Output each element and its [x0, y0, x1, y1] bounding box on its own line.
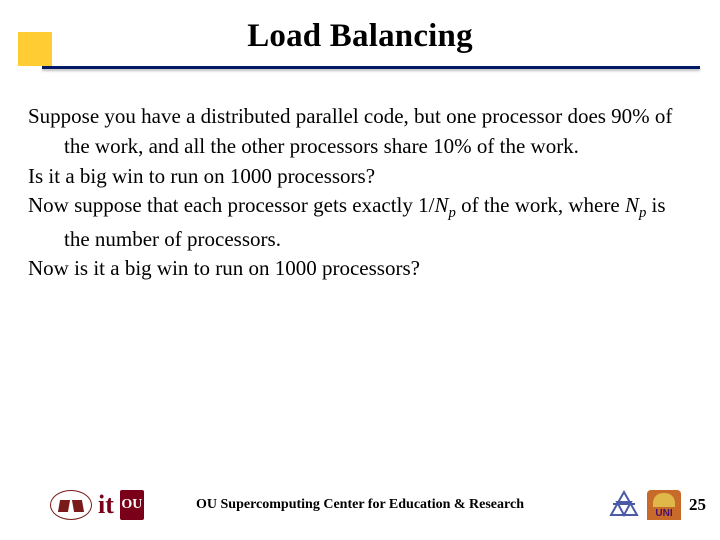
it-logo-icon: it [98, 492, 114, 518]
ou-logo-icon: OU [120, 490, 144, 520]
p3-sub-p1: p [448, 206, 455, 222]
p2-text: Is it a big win to run on 1000 processor… [28, 164, 375, 188]
uni-logo-icon: UNI [647, 490, 681, 520]
slide-footer: it OU OU Supercomputing Center for Educa… [0, 480, 720, 530]
footer-right-logos: UNI 25 [609, 490, 706, 520]
paragraph-1: Suppose you have a distributed parallel … [28, 102, 692, 162]
paragraph-3: Now suppose that each processor gets exa… [28, 191, 692, 254]
p4-text: Now is it a big win to run on 1000 proce… [28, 256, 420, 280]
p3-part-d: of the work, where [456, 193, 625, 217]
page-number: 25 [689, 495, 706, 515]
p3-part-a: Now suppose that each processor gets exa… [28, 193, 434, 217]
uni-logo-text: UNI [655, 508, 672, 519]
p1-text: Suppose you have a distributed parallel … [28, 104, 672, 158]
p3-var-N1: N [434, 193, 448, 217]
paragraph-2: Is it a big win to run on 1000 processor… [28, 162, 692, 192]
title-area: Load Balancing [0, 0, 720, 88]
conestoga-wagon-logo-icon [50, 490, 92, 520]
paragraph-4: Now is it a big win to run on 1000 proce… [28, 254, 692, 284]
slide-title: Load Balancing [0, 18, 720, 55]
footer-left-logos: it OU [50, 490, 144, 520]
title-accent-square [18, 32, 52, 66]
slide-body: Suppose you have a distributed parallel … [0, 88, 720, 284]
title-underline [42, 66, 700, 69]
oscer-triangle-logo-icon [609, 490, 639, 520]
p3-var-N2: N [625, 193, 639, 217]
